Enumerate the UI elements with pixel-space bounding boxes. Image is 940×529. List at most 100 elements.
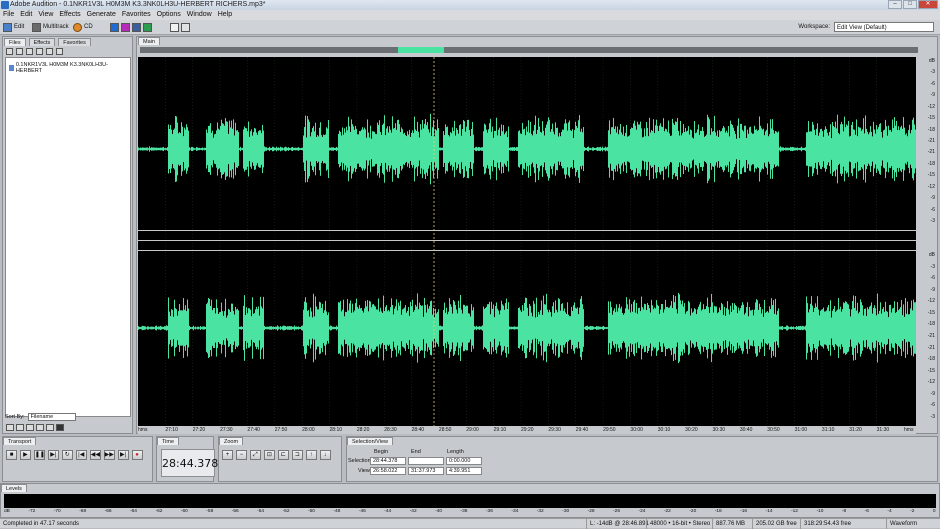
play-button[interactable]: ▶ (19, 450, 31, 460)
full-paths-icon[interactable] (46, 424, 54, 431)
menu-generate[interactable]: Generate (87, 10, 116, 20)
selection-end-field[interactable] (408, 457, 444, 465)
insert-cd-icon[interactable] (36, 48, 43, 55)
play-to-end-button[interactable]: ▶| (47, 450, 59, 460)
multitrack-icon (32, 23, 41, 32)
menu-window[interactable]: Window (187, 10, 212, 20)
waveform-sample (518, 307, 519, 349)
overview-bar[interactable] (140, 47, 918, 53)
tab-main[interactable]: Main (138, 37, 160, 45)
waveform-sample (186, 124, 187, 174)
cd-view-button[interactable]: CD (73, 22, 93, 33)
zoom-to-selection-button[interactable]: ⊡ (263, 450, 275, 460)
waveform-sample (870, 126, 871, 172)
tab-transport[interactable]: Transport (3, 437, 37, 445)
time-tick-label: 29:30 (548, 427, 561, 433)
auto-play-icon[interactable] (56, 424, 64, 431)
maximize-button[interactable]: □ (903, 0, 917, 9)
menu-edit[interactable]: Edit (20, 10, 32, 20)
close-button[interactable]: ✕ (918, 0, 938, 9)
view-midi-icon[interactable] (36, 424, 44, 431)
zoom-right-edge-button[interactable]: ⊐ (291, 450, 303, 460)
waveform-sample (168, 124, 169, 174)
waveform-sample (613, 117, 614, 181)
menu-effects[interactable]: Effects (59, 10, 80, 20)
waveform-view-icon[interactable] (110, 23, 119, 32)
waveform-sample (683, 306, 684, 350)
view-loops-icon[interactable] (16, 424, 24, 431)
phase-view-icon[interactable] (143, 23, 152, 32)
selection-begin-field[interactable]: 28:44.378 (370, 457, 406, 465)
edit-file-icon[interactable] (46, 48, 53, 55)
overview-view-thumb[interactable] (398, 47, 444, 53)
waveform-sample (883, 130, 884, 168)
waveform-sample (239, 148, 240, 150)
waveform-display[interactable] (138, 57, 916, 426)
waveform-sample (477, 326, 478, 330)
waveform-sample (624, 136, 625, 162)
tab-zoom[interactable]: Zoom (219, 437, 244, 445)
minimize-button[interactable]: – (888, 0, 902, 9)
menu-help[interactable]: Help (218, 10, 232, 20)
pan-view-icon[interactable] (132, 23, 141, 32)
view-end-field[interactable]: 31:37.973 (408, 467, 444, 475)
time-ruler[interactable]: hms 27:10 27:20 27:30 27:40 27:50 28:00 28:10 28… (138, 426, 916, 434)
go-to-end-button[interactable]: ▶| (117, 450, 129, 460)
stop-button[interactable]: ■ (6, 450, 17, 460)
waveform-sample (736, 138, 737, 160)
waveform-sample (614, 128, 615, 170)
tab-files[interactable]: Files (4, 38, 26, 46)
workspace-dropdown[interactable]: Edit View (Default) (834, 22, 934, 32)
waveform-sample (314, 316, 315, 340)
tab-effects[interactable]: Effects (28, 38, 56, 46)
tab-levels[interactable]: Levels (1, 484, 27, 492)
marquee-tool-icon[interactable] (181, 23, 190, 32)
view-audio-icon[interactable] (6, 424, 14, 431)
pause-button[interactable]: ❚❚ (33, 450, 45, 460)
tab-time[interactable]: Time (157, 437, 180, 445)
waveform-sample (803, 326, 804, 330)
selection-length-field[interactable]: 0:00.000 (446, 457, 482, 465)
spectral-view-icon[interactable] (121, 23, 130, 32)
waveform-sample (905, 298, 906, 358)
menu-view[interactable]: View (38, 10, 53, 20)
zoom-out-horizontal-button[interactable]: − (235, 450, 247, 460)
menu-file[interactable]: File (3, 10, 14, 20)
fast-forward-button[interactable]: ▶▶ (103, 450, 115, 460)
menu-options[interactable]: Options (157, 10, 181, 20)
waveform-sample (568, 314, 569, 342)
time-selection-tool-icon[interactable] (170, 23, 179, 32)
list-item[interactable]: 0.1NKR1V3L H0M3M K3.3NK0LH3U-HERBERT (9, 62, 130, 74)
sort-dropdown[interactable]: Filename (27, 413, 76, 421)
insert-multitrack-icon[interactable] (26, 48, 33, 55)
zoom-out-full-button[interactable]: ⤢ (249, 450, 261, 460)
waveform-sample (897, 302, 898, 354)
view-length-field[interactable]: 4:39.951 (446, 467, 482, 475)
close-file-icon[interactable] (16, 48, 23, 55)
rewind-button[interactable]: ◀◀ (89, 450, 101, 460)
tab-favorites[interactable]: Favorites (58, 38, 91, 46)
waveform-sample (218, 313, 219, 343)
multitrack-view-button[interactable]: Multitrack (32, 22, 69, 33)
waveform-sample (657, 125, 658, 173)
menu-favorites[interactable]: Favorites (122, 10, 151, 20)
waveform-sample (807, 303, 808, 353)
go-to-beginning-button[interactable]: |◀ (75, 450, 87, 460)
play-file-icon[interactable] (56, 48, 63, 55)
record-button[interactable]: ● (131, 450, 143, 460)
zoom-in-horizontal-button[interactable]: + (222, 450, 233, 460)
waveform-sample (719, 130, 720, 168)
loop-button[interactable]: ↻ (61, 450, 73, 460)
tab-selection-view[interactable]: Selection/View (347, 437, 393, 445)
edit-view-button[interactable]: Edit (3, 22, 24, 33)
zoom-in-vertical-button[interactable]: ↑ (305, 450, 317, 460)
view-video-icon[interactable] (26, 424, 34, 431)
view-begin-field[interactable]: 26:58.022 (370, 467, 406, 475)
waveform-sample (413, 133, 414, 165)
zoom-left-edge-button[interactable]: ⊏ (277, 450, 289, 460)
import-file-icon[interactable] (6, 48, 13, 55)
waveform-sample (247, 313, 248, 343)
zoom-out-vertical-button[interactable]: ↓ (319, 450, 331, 460)
waveform-sample (712, 302, 713, 354)
waveform-sample (593, 326, 594, 330)
